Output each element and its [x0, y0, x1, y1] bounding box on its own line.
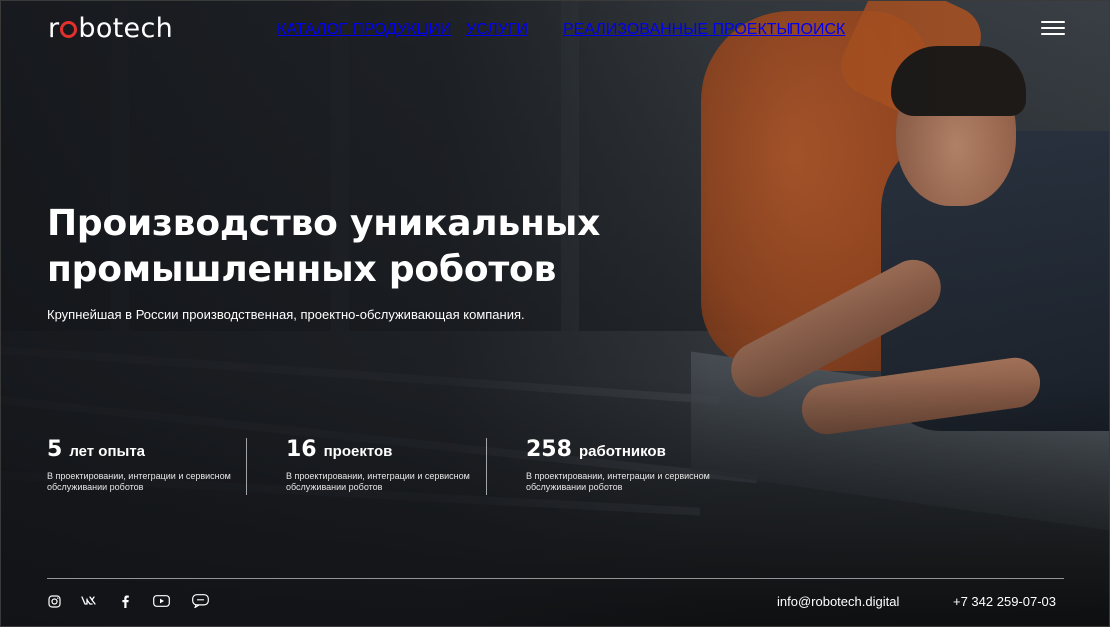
footer-divider: [47, 578, 1064, 579]
hamburger-menu-icon[interactable]: [1041, 21, 1065, 37]
burger-line: [1041, 21, 1065, 23]
stat-heading: 258 работников: [526, 437, 746, 462]
facebook-icon[interactable]: [120, 593, 130, 609]
stat-unit: лет опыта: [69, 443, 146, 460]
stat-number: 5: [47, 437, 63, 462]
stat-unit: проектов: [323, 443, 393, 460]
burger-line: [1041, 33, 1065, 35]
stat-projects: 16 проектов В проектировании, интеграции …: [286, 437, 506, 497]
hero-section: r botech КАТАЛОГ ПРОДУКЦИИ УСЛУГИ РЕАЛИЗО…: [0, 0, 1110, 627]
logo-o-mark: [60, 21, 78, 38]
stat-description: В проектировании, интеграции и сервисном…: [286, 471, 470, 492]
vk-icon[interactable]: [81, 593, 97, 609]
burger-line: [1041, 27, 1065, 29]
facebook-glyph: [122, 595, 129, 608]
stat-experience: 5 лет опыта В проектировании, интеграции …: [47, 437, 267, 497]
page-title: Производство уникальных промышленных роб…: [47, 201, 667, 293]
stat-number: 258: [526, 437, 572, 462]
page-subtitle: Крупнейшая в России производственная, пр…: [47, 307, 525, 322]
stat-description: В проектировании, интеграции и сервисном…: [47, 471, 231, 492]
youtube-icon[interactable]: [152, 593, 170, 609]
title-line-1: Производство уникальных: [47, 203, 601, 244]
stat-heading: 5 лет опыта: [47, 437, 267, 462]
logo-text: r botech: [48, 13, 174, 44]
logo[interactable]: r botech: [48, 13, 173, 44]
instagram-glyph: [47, 594, 61, 608]
nav-item-catalog[interactable]: КАТАЛОГ ПРОДУКЦИИ: [277, 21, 451, 39]
chat-glyph: [191, 594, 209, 608]
chat-icon[interactable]: [191, 593, 209, 609]
stat-unit: работников: [578, 443, 666, 460]
stat-divider: [246, 438, 247, 495]
stat-employees: 258 работников В проектировании, интеграц…: [526, 437, 746, 497]
site-header: r botech КАТАЛОГ ПРОДУКЦИИ УСЛУГИ РЕАЛИЗО…: [1, 1, 1109, 57]
nav-item-projects[interactable]: РЕАЛИЗОВАННЫЕ ПРОЕКТЫ: [563, 21, 791, 39]
stat-description: В проектировании, интеграции и сервисном…: [526, 471, 710, 492]
nav-item-services[interactable]: УСЛУГИ: [466, 21, 528, 39]
stat-divider: [486, 438, 487, 495]
vk-glyph: [81, 596, 96, 605]
contact-email-link[interactable]: info@robotech.digital: [777, 594, 899, 609]
stat-number: 16: [286, 437, 317, 462]
youtube-glyph: [152, 595, 170, 607]
stat-heading: 16 проектов: [286, 437, 506, 462]
instagram-icon[interactable]: [47, 593, 61, 609]
nav-item-search[interactable]: ПОИСК: [789, 21, 845, 39]
contact-phone-link[interactable]: +7 342 259-07-03: [953, 594, 1056, 609]
title-line-2: промышленных роботов: [47, 249, 557, 290]
